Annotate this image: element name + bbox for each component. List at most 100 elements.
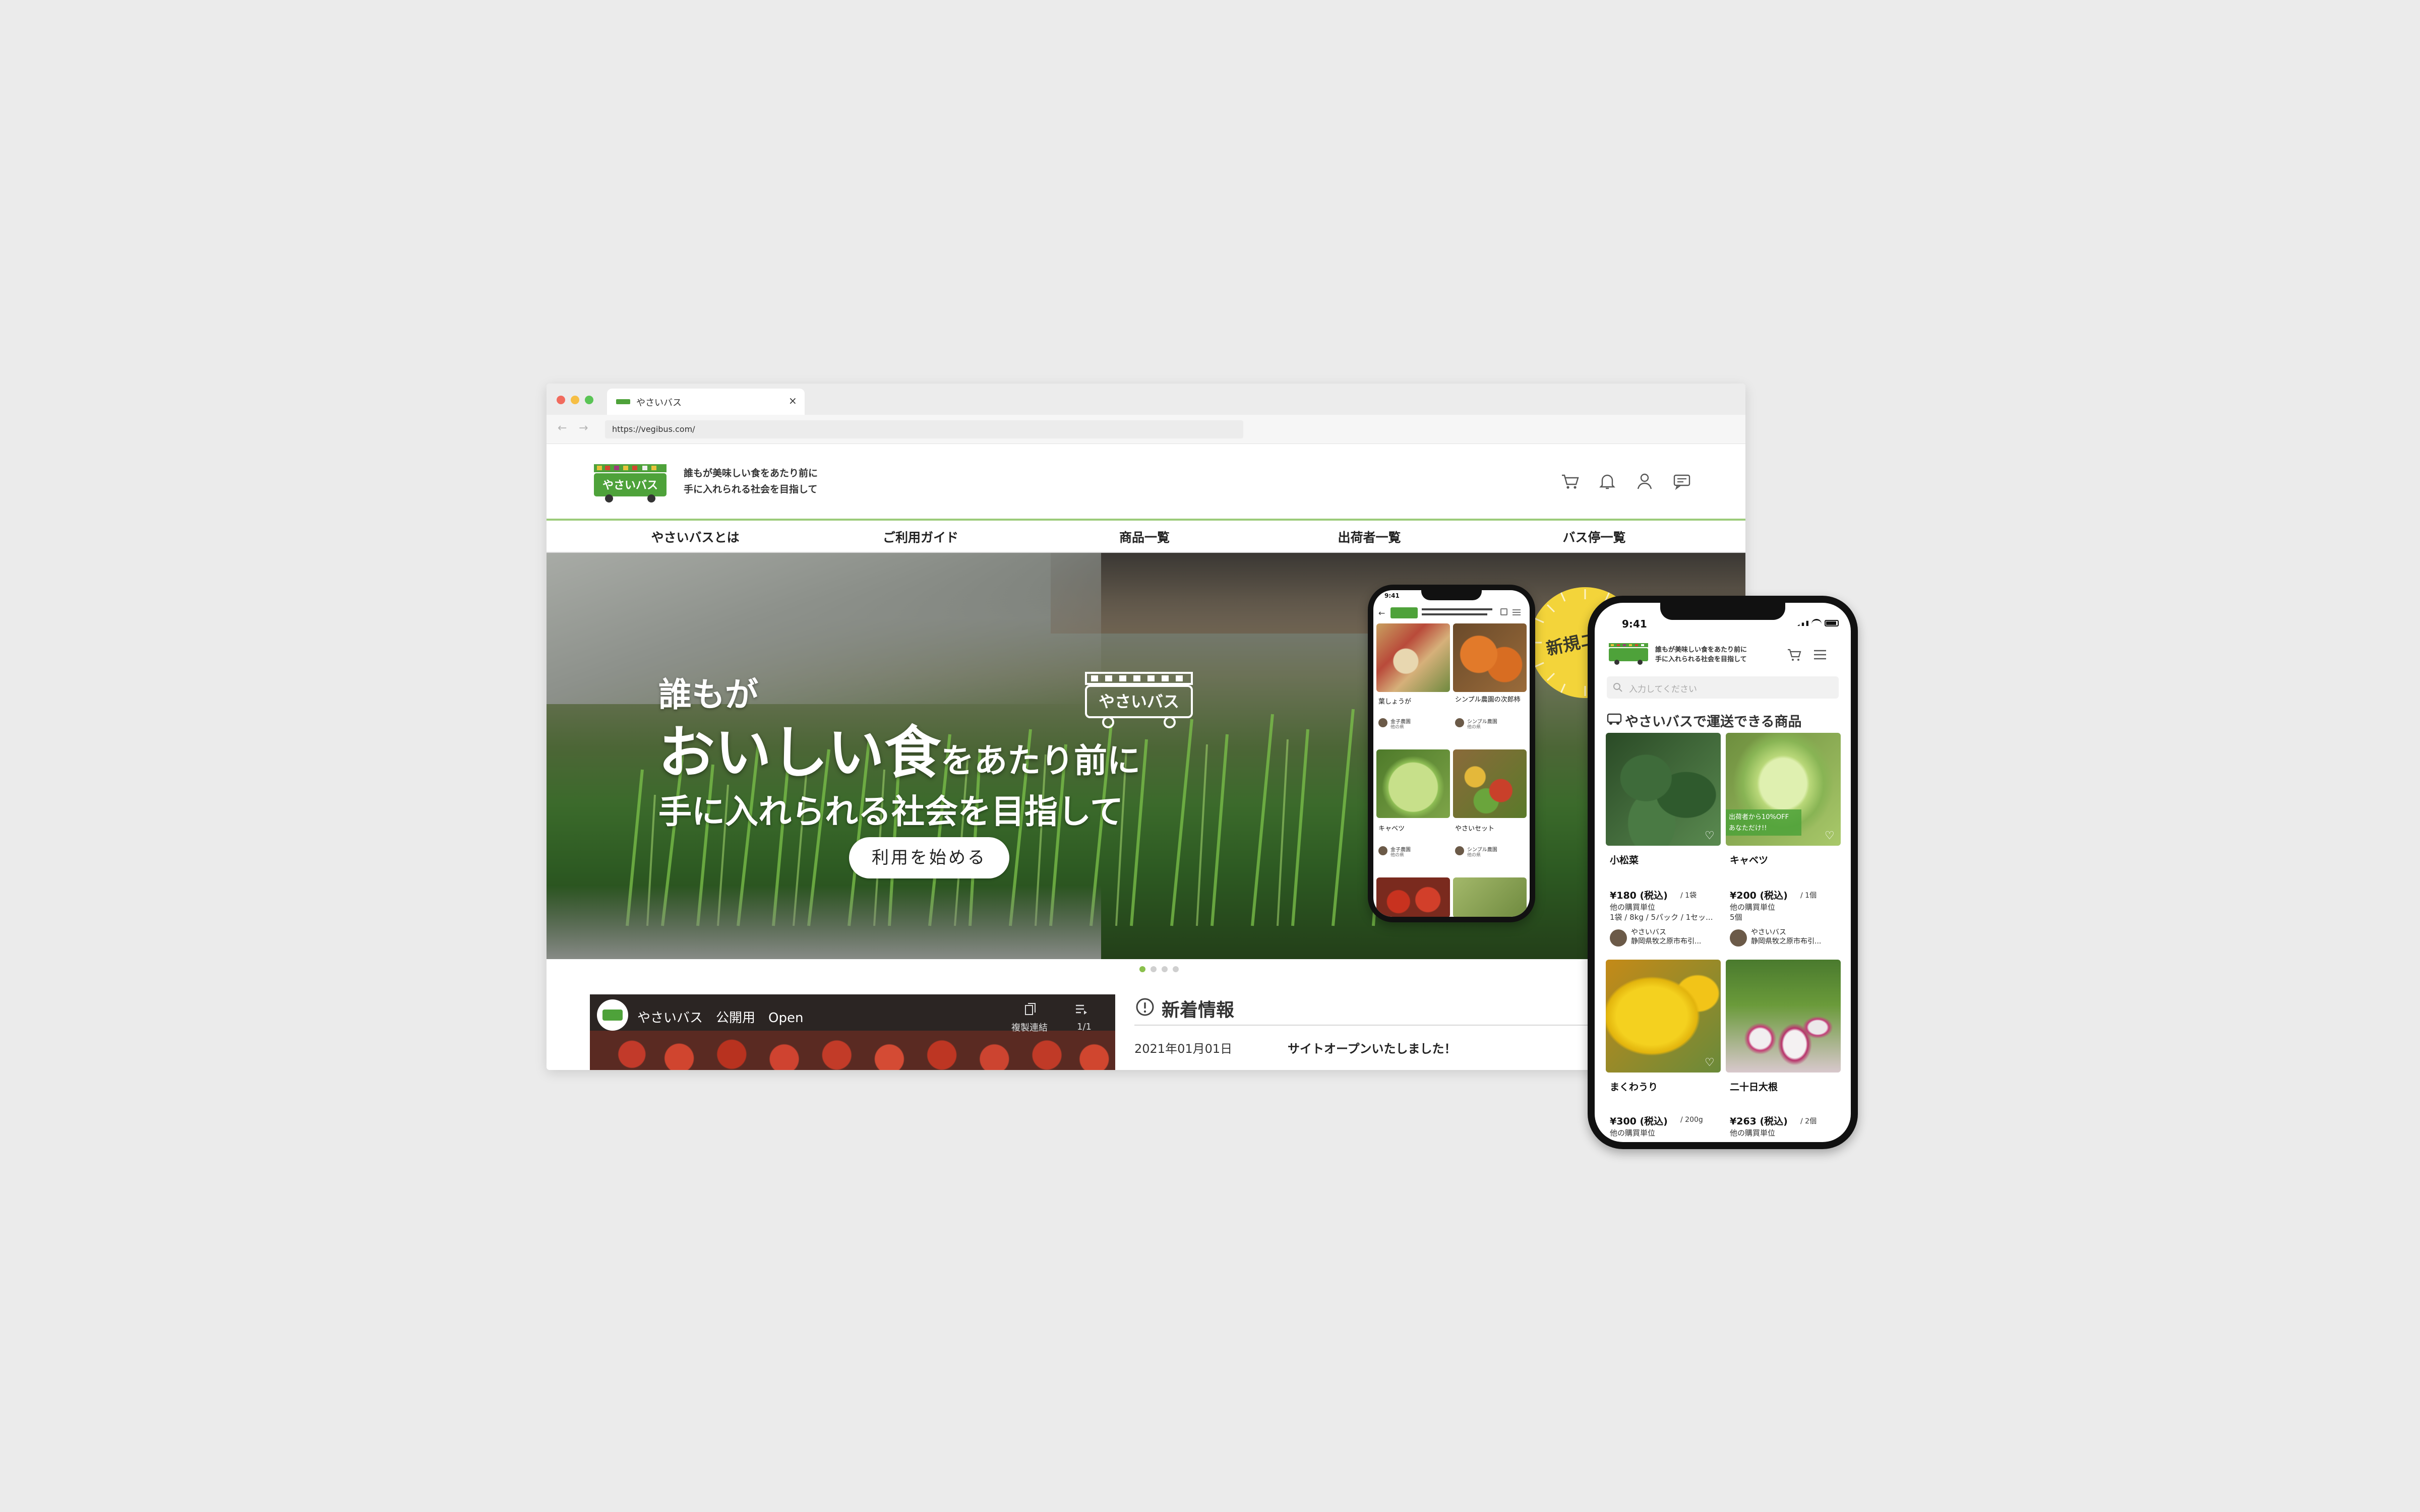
slider-dot-4[interactable] xyxy=(1173,966,1179,972)
nav-guide[interactable]: ご利用ガイド xyxy=(845,528,996,546)
channel-avatar[interactable] xyxy=(597,999,628,1031)
product-name[interactable]: まくわうり xyxy=(1610,1080,1658,1093)
phone-tagline-line-1: 誰もが美味しい食をあたり前に xyxy=(1655,646,1747,654)
product-name[interactable]: 二十日大根 xyxy=(1730,1080,1778,1093)
browser-window: やさいバス × ← → https://vegibus.com/ やさいバス 誰… xyxy=(547,384,1745,1070)
playlist-icon[interactable] xyxy=(1075,1003,1088,1016)
product-other-units: 5個 xyxy=(1730,913,1742,922)
news-heading: 新着情報 xyxy=(1162,1000,1235,1021)
seller-avatar[interactable] xyxy=(1610,929,1627,947)
product-name[interactable]: キャベツ xyxy=(1730,853,1768,866)
product-price: ¥263 (税込) xyxy=(1730,1116,1788,1127)
favorite-heart-icon[interactable]: ♡ xyxy=(1825,830,1835,842)
phone-large-notch xyxy=(1660,603,1785,620)
phone-small-cart-icon[interactable] xyxy=(1500,608,1507,615)
copy-link-label[interactable]: 複製連結 xyxy=(1011,1021,1048,1034)
product-thumb-radish[interactable] xyxy=(1726,960,1841,1073)
product-other-units-label: 他の購買単位 xyxy=(1730,1128,1776,1138)
phone-large-time: 9:41 xyxy=(1622,618,1647,630)
seller-avatar xyxy=(1378,846,1387,855)
seller-sub: 他の県 xyxy=(1467,725,1481,730)
video-title[interactable]: やさいバス 公開用 Open xyxy=(637,1007,803,1026)
favorite-heart-icon[interactable]: ♡ xyxy=(1705,1056,1715,1069)
product-other-units-label: 他の購買単位 xyxy=(1730,903,1776,912)
phone-menu-icon[interactable] xyxy=(1812,648,1828,661)
seller-name[interactable]: やさいバス xyxy=(1751,928,1786,937)
user-icon[interactable] xyxy=(1632,469,1657,493)
hero-headline-line-3: 手に入れられる社会を目指して xyxy=(658,792,1124,831)
minimize-window-button[interactable] xyxy=(571,396,579,404)
phone-large-screen: 9:41 誰もが美味しい食をあたり前に 手に入れられる社会を目指して 入力してく… xyxy=(1595,603,1851,1142)
start-using-button[interactable]: 利用を始める xyxy=(849,837,1009,878)
seller-sub: 他の県 xyxy=(1467,853,1481,858)
search-icon xyxy=(1613,683,1622,692)
product-unit: / 1袋 xyxy=(1680,892,1697,900)
nav-products[interactable]: 商品一覧 xyxy=(1069,528,1220,546)
product-unit: / 1個 xyxy=(1800,892,1817,900)
seller-avatar xyxy=(1378,718,1387,727)
wifi-icon xyxy=(1811,619,1822,626)
main-nav: やさいバスとは ご利用ガイド 商品一覧 出荷者一覧 バス停一覧 xyxy=(547,519,1745,553)
phone-tagline: 誰もが美味しい食をあたり前に 手に入れられる社会を目指して xyxy=(1655,645,1747,664)
signal-icon xyxy=(1797,620,1808,626)
tab-close-icon[interactable]: × xyxy=(789,395,797,407)
chat-icon[interactable] xyxy=(1670,469,1694,493)
phone-small-tagline-2 xyxy=(1422,613,1487,615)
news-item-title[interactable]: サイトオープンいたしました！ xyxy=(1288,1039,1457,1056)
cart-icon[interactable] xyxy=(1558,469,1582,493)
video-player[interactable]: やさいバス 公開用 Open 複製連結 1/1 xyxy=(590,994,1115,1070)
phone-logo[interactable] xyxy=(1608,642,1649,665)
product-name[interactable]: 葉しょうが xyxy=(1378,696,1411,706)
nav-shippers[interactable]: 出荷者一覧 xyxy=(1294,528,1445,546)
product-thumb-veg-set[interactable] xyxy=(1453,749,1527,818)
maximize-window-button[interactable] xyxy=(585,396,593,404)
slider-dot-1[interactable] xyxy=(1139,966,1145,972)
nav-bus-stops[interactable]: バス停一覧 xyxy=(1519,528,1670,546)
browser-tab[interactable]: やさいバス × xyxy=(607,389,805,415)
product-thumb-ginger[interactable] xyxy=(1376,623,1450,692)
seller-sub: 他の県 xyxy=(1390,725,1405,730)
product-thumb-greens[interactable] xyxy=(1453,877,1527,917)
bell-icon[interactable] xyxy=(1595,469,1619,493)
hero-vegibus-logo: やさいバス xyxy=(1085,672,1193,728)
forward-arrow-icon[interactable]: → xyxy=(579,422,588,434)
seller-location: 静岡県牧之原市布引... xyxy=(1751,937,1822,946)
vegibus-logo[interactable]: やさいバス xyxy=(592,461,669,505)
video-thumbnail-tomatoes xyxy=(590,1031,1115,1070)
phone-small-screen: 9:41 ← 葉しょうが シンプル農園の次郎柿 金子農園 他の県 シンプル農園 … xyxy=(1373,590,1530,917)
phone-small-menu-icon[interactable] xyxy=(1512,609,1521,610)
phone-cart-icon[interactable] xyxy=(1786,647,1803,662)
product-thumb-cabbage[interactable]: 出荷者から10%OFF あなただけ!! ♡ xyxy=(1726,733,1841,846)
close-window-button[interactable] xyxy=(557,396,565,404)
hero-logo-wordmark: やさいバス xyxy=(1099,692,1179,711)
seller-avatar xyxy=(1455,846,1464,855)
phone-small-back-icon[interactable]: ← xyxy=(1378,608,1385,618)
discount-tag-line-2: あなただけ!! xyxy=(1729,825,1767,832)
product-thumb-melon[interactable]: ♡ xyxy=(1606,960,1721,1073)
phone-search-input[interactable]: 入力してください xyxy=(1607,676,1839,699)
slider-dot-3[interactable] xyxy=(1162,966,1168,972)
product-thumb-persimmon[interactable] xyxy=(1453,623,1527,692)
favicon-icon xyxy=(616,399,630,404)
playlist-count: 1/1 xyxy=(1077,1022,1092,1032)
product-name[interactable]: やさいセット xyxy=(1455,823,1494,833)
product-thumb-komatsuna[interactable]: ♡ xyxy=(1606,733,1721,846)
info-icon xyxy=(1136,998,1154,1016)
copy-icon[interactable] xyxy=(1024,1002,1037,1016)
slider-dot-2[interactable] xyxy=(1151,966,1157,972)
product-other-units-label: 他の購買単位 xyxy=(1610,903,1656,912)
seller-name[interactable]: やさいバス xyxy=(1631,928,1666,937)
product-name[interactable]: シンプル農園の次郎柿 xyxy=(1455,696,1526,704)
back-arrow-icon[interactable]: ← xyxy=(558,422,567,434)
product-thumb-tomato[interactable] xyxy=(1376,877,1450,917)
product-price: ¥300 (税込) xyxy=(1610,1116,1668,1127)
favorite-heart-icon[interactable]: ♡ xyxy=(1705,830,1715,842)
product-name[interactable]: キャベツ xyxy=(1378,823,1405,833)
url-field[interactable]: https://vegibus.com/ xyxy=(605,420,1243,438)
seller-avatar[interactable] xyxy=(1730,929,1747,947)
discount-tag-line-1: 出荷者から10%OFF xyxy=(1729,813,1789,821)
phone-small-logo[interactable] xyxy=(1390,607,1418,618)
product-thumb-cabbage[interactable] xyxy=(1376,749,1450,818)
nav-about[interactable]: やさいバスとは xyxy=(620,528,771,546)
product-name[interactable]: 小松菜 xyxy=(1610,853,1639,866)
